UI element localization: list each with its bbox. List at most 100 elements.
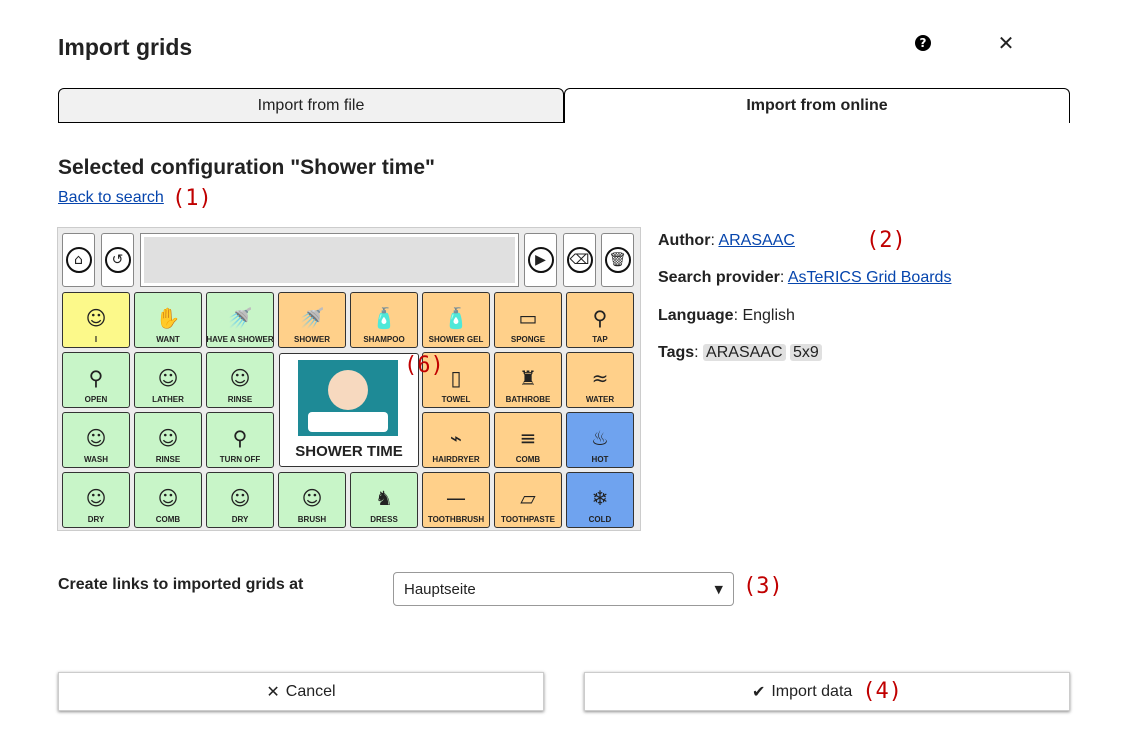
grid-cell-label: WASH bbox=[84, 455, 108, 464]
grid-cell-label: TOOTHPASTE bbox=[501, 515, 555, 524]
grid-cell-label: TOWEL bbox=[441, 395, 471, 404]
person-icon: ☺ bbox=[85, 426, 107, 450]
tags-row: Tags: ARASAAC 5x9 bbox=[658, 344, 822, 362]
undo-icon: ↺ bbox=[104, 247, 131, 273]
grid-cell: ☺ RINSE bbox=[206, 352, 274, 408]
shower-time-label: SHOWER TIME bbox=[295, 443, 403, 460]
water-icon: ≈ bbox=[591, 366, 609, 390]
grid-cell-label: BATHROBE bbox=[505, 395, 551, 404]
annotation-marker-2: (2) bbox=[866, 228, 906, 253]
grid-cell-label: WANT bbox=[156, 335, 180, 344]
chevron-down-icon: ▼ bbox=[714, 582, 723, 596]
grid-cell-label: WATER bbox=[585, 395, 615, 404]
annotation-marker-6: (6) bbox=[404, 353, 444, 378]
home-button: ⌂ bbox=[62, 233, 95, 287]
backspace-icon: ⌫ bbox=[566, 247, 593, 273]
provider-label: Search provider bbox=[658, 269, 780, 286]
create-links-label: Create links to imported grids at bbox=[58, 576, 304, 593]
provider-link[interactable]: AsTeRICS Grid Boards bbox=[788, 269, 952, 286]
grid-cell-label: SHOWER GEL bbox=[428, 335, 484, 344]
annotation-marker-1: (1) bbox=[172, 186, 212, 211]
grid-cell: 🧴 SHAMPOO bbox=[350, 292, 418, 348]
grid-cell: ☺ WASH bbox=[62, 412, 130, 468]
provider-row: Search provider: AsTeRICS Grid Boards bbox=[658, 269, 952, 286]
play-button: ▶ bbox=[524, 233, 557, 287]
toothbrush-icon: — bbox=[446, 486, 466, 510]
grid-cell-label: RINSE bbox=[227, 395, 253, 404]
grid-cell: ⚲ TURN OFF bbox=[206, 412, 274, 468]
grid-cell: ✋ WANT bbox=[134, 292, 202, 348]
shower-icon: 🚿 bbox=[299, 306, 325, 330]
grid-cell: ♨ HOT bbox=[566, 412, 634, 468]
back-to-search-link[interactable]: Back to search bbox=[58, 189, 164, 207]
backspace-button: ⌫ bbox=[563, 233, 596, 287]
grid-cell-label: TAP bbox=[592, 335, 608, 344]
link-target-select[interactable]: Hauptseite ▼ bbox=[393, 572, 734, 606]
tag-badge: 5x9 bbox=[789, 344, 822, 361]
check-icon: ✔ bbox=[751, 682, 766, 701]
cancel-button[interactable]: ✕ Cancel bbox=[58, 672, 544, 711]
grid-cell-label: DRY bbox=[87, 515, 105, 524]
grid-cell: ☺ COMB bbox=[134, 472, 202, 528]
tap-icon: ⚲ bbox=[592, 306, 608, 330]
hot-icon: ♨ bbox=[591, 426, 609, 450]
grid-cell: ☺ DRY bbox=[62, 472, 130, 528]
close-icon: ✕ bbox=[266, 682, 280, 701]
grid-cell: ❄ COLD bbox=[566, 472, 634, 528]
snowflake-icon: ❄ bbox=[591, 486, 609, 510]
grid-cell-label: COMB bbox=[155, 515, 181, 524]
grid-cell: — TOOTHBRUSH bbox=[422, 472, 490, 528]
tap-icon: ⚲ bbox=[88, 366, 104, 390]
shirt-icon: ♞ bbox=[375, 486, 393, 510]
grid-cell: ⚲ TAP bbox=[566, 292, 634, 348]
hairdryer-icon: ⌁ bbox=[449, 426, 463, 450]
shower-icon: 🚿 bbox=[227, 306, 253, 330]
selected-config-heading: Selected configuration "Shower time" bbox=[58, 156, 435, 179]
shower-time-cell: SHOWER TIME bbox=[279, 353, 419, 467]
grid-cell: ☺ I bbox=[62, 292, 130, 348]
grid-cell-label: I bbox=[94, 335, 98, 344]
person-icon: ☺ bbox=[157, 426, 179, 450]
grid-cell-label: RINSE bbox=[155, 455, 181, 464]
collect-text-bar bbox=[140, 233, 519, 287]
grid-cell: ≈ WATER bbox=[566, 352, 634, 408]
grid-cell: 🚿 SHOWER bbox=[278, 292, 346, 348]
grid-cell-label: BRUSH bbox=[297, 515, 327, 524]
cancel-label: Cancel bbox=[285, 682, 336, 700]
tags-label: Tags bbox=[658, 344, 695, 361]
home-icon: ⌂ bbox=[65, 247, 92, 273]
back-button: ↺ bbox=[101, 233, 134, 287]
help-icon[interactable]: ? bbox=[913, 33, 933, 53]
grid-cell: ⌁ HAIRDRYER bbox=[422, 412, 490, 468]
grid-cell: ♞ DRESS bbox=[350, 472, 418, 528]
grid-cell: ⚲ OPEN bbox=[62, 352, 130, 408]
author-link[interactable]: ARASAAC bbox=[718, 232, 794, 249]
person-icon: ☺ bbox=[229, 486, 251, 510]
tab-import-from-online[interactable]: Import from online bbox=[564, 88, 1070, 123]
grid-cell: 🚿 HAVE A SHOWER bbox=[206, 292, 274, 348]
tab-bar: Import from file Import from online bbox=[58, 88, 1070, 123]
dialog-title: Import grids bbox=[58, 34, 193, 60]
grid-cell-label: COLD bbox=[588, 515, 612, 524]
import-label: Import data bbox=[771, 682, 853, 700]
import-data-button[interactable]: ✔ Import data (4) bbox=[584, 672, 1070, 711]
tab-import-from-file[interactable]: Import from file bbox=[58, 88, 564, 123]
delete-button: 🗑 bbox=[601, 233, 634, 287]
bottle-icon: 🧴 bbox=[443, 306, 469, 330]
close-icon[interactable]: ✕ bbox=[996, 31, 1016, 55]
tag-badge: ARASAAC bbox=[703, 344, 786, 361]
face-icon: ☺ bbox=[229, 366, 251, 390]
grid-cell-label: TURN OFF bbox=[219, 455, 261, 464]
select-value: Hauptseite bbox=[404, 580, 476, 598]
grid-cell-label: COMB bbox=[515, 455, 541, 464]
trash-icon: 🗑 bbox=[604, 247, 631, 273]
grid-cell-label: HAVE A SHOWER bbox=[206, 335, 274, 344]
grid-cell: ≡ COMB bbox=[494, 412, 562, 468]
grid-cell: 🧴 SHOWER GEL bbox=[422, 292, 490, 348]
author-label: Author bbox=[658, 232, 711, 249]
author-row: Author: ARASAAC bbox=[658, 232, 795, 249]
annotation-marker-3: (3) bbox=[743, 574, 783, 599]
annotation-marker-4: (4) bbox=[862, 679, 903, 704]
grid-cell-label: TOOTHBRUSH bbox=[427, 515, 485, 524]
language-label: Language bbox=[658, 307, 734, 324]
